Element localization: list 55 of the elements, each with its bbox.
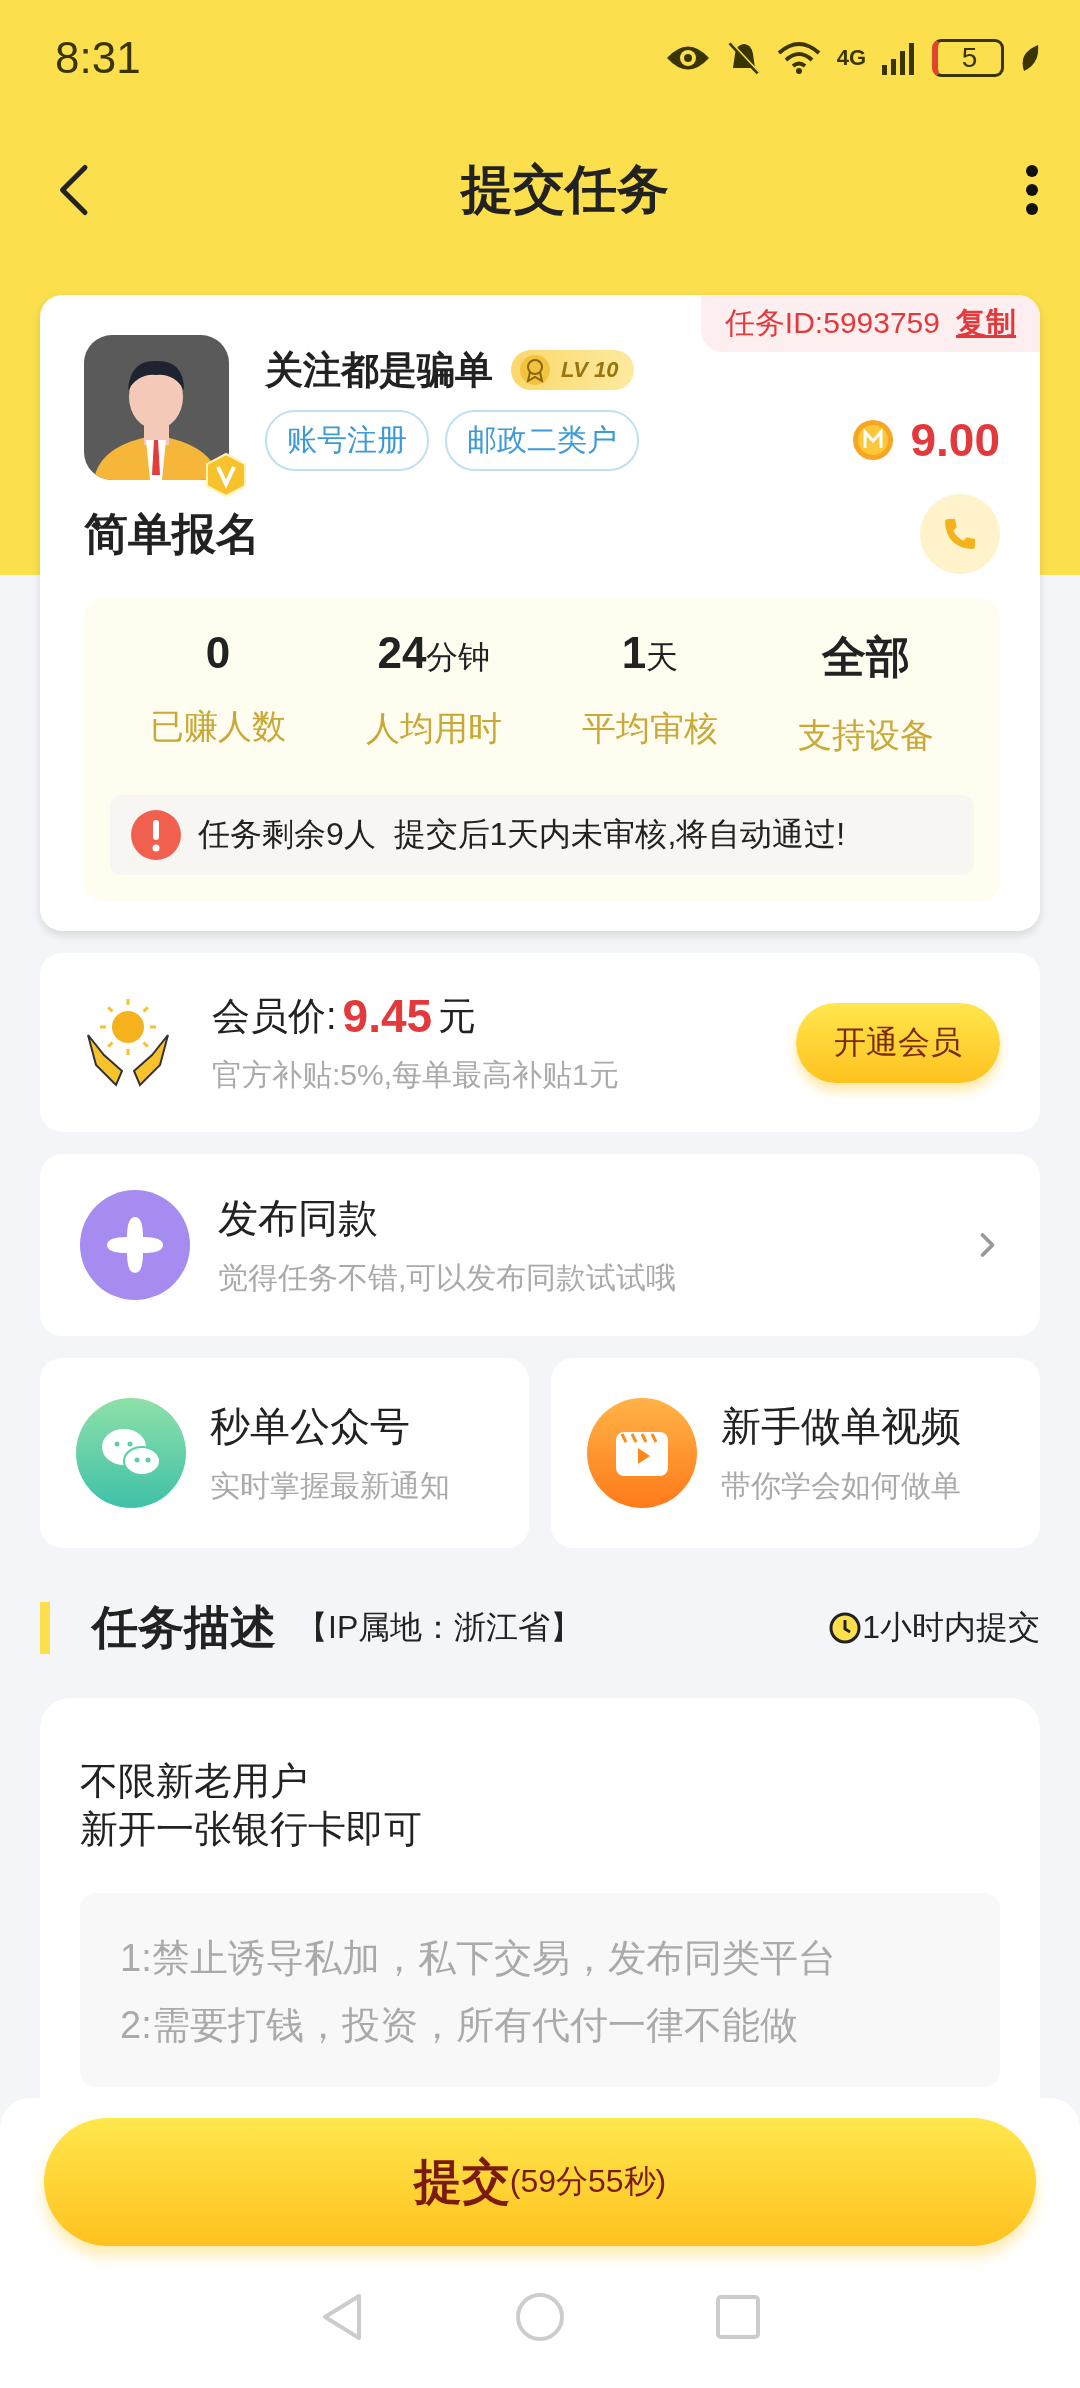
copy-link[interactable]: 复制: [956, 303, 1016, 344]
clock-icon: [828, 1611, 863, 1645]
network-type: 4G: [836, 44, 866, 71]
more-icon[interactable]: [1024, 165, 1040, 215]
description-text: 不限新老用户: [80, 1759, 309, 1804]
member-price-label: 会员价:: [212, 993, 337, 1039]
task-id: 任务ID:5993759: [724, 305, 940, 341]
leaf-icon: [1020, 42, 1040, 73]
join-membership-button[interactable]: 开通会员: [796, 1002, 1000, 1083]
stat-label: 已赚人数: [150, 706, 286, 747]
coin-icon: [852, 419, 895, 461]
category-tag: 邮政二类户: [445, 409, 639, 471]
member-price: 9.45: [342, 989, 433, 1043]
stat-label: 平均审核: [582, 708, 718, 749]
stat-label: 人均用时: [366, 708, 502, 749]
wifi-icon: [776, 40, 821, 75]
stat-value: 0: [205, 628, 231, 677]
price-unit: 元: [438, 993, 477, 1039]
shortcut-card[interactable]: 新手做单视频 带你学会如何做单: [551, 1358, 1040, 1548]
status-time: 8:31: [55, 32, 141, 83]
reward-amount: 9.00: [910, 413, 1000, 467]
alert-icon: [130, 809, 182, 861]
battery-level: 5: [932, 38, 1004, 77]
shortcut-subtitle: 带你学会如何做单: [721, 1468, 962, 1504]
task-title: 简单报名: [84, 507, 260, 560]
notice-text: 任务剩余9人 提交后1天内未审核,将自动通过!: [198, 815, 846, 854]
stat-value: 全部: [822, 632, 910, 681]
shortcut-title: 秒单公众号: [210, 1403, 411, 1450]
deadline-text: 1小时内提交: [862, 1608, 1040, 1647]
rule-text: 2:需要打钱，投资，所有代付一律不能做: [120, 2003, 799, 2048]
stat-label: 支持设备: [798, 715, 934, 756]
publish-subtitle: 觉得任务不错,可以发布同款试试哦: [218, 1260, 678, 1296]
level-badge: LV 10: [511, 350, 635, 390]
rule-text: 1:禁止诱导私加，私下交易，发布同类平台: [120, 1936, 837, 1981]
subsidy-note: 官方补贴:5%,每单最高补贴1元: [212, 1057, 620, 1093]
category-tag: 账号注册: [265, 409, 429, 471]
submit-button[interactable]: 提交(59分55秒): [44, 2118, 1036, 2246]
section-title: 任务描述: [92, 1600, 276, 1655]
home-nav-icon[interactable]: [515, 2292, 565, 2342]
description-text: 新开一张银行卡即可: [80, 1806, 423, 1852]
publish-card[interactable]: 发布同款 觉得任务不错,可以发布同款试试哦: [40, 1154, 1040, 1336]
publisher-name: 关注都是骗单: [265, 347, 493, 393]
publish-title: 发布同款: [218, 1195, 379, 1242]
shortcut-title: 新手做单视频: [721, 1403, 962, 1450]
section-accent-bar: [40, 1602, 50, 1654]
stat-value: 1天: [621, 628, 679, 677]
ip-location: 【IP属地：浙江省】: [296, 1608, 584, 1647]
shortcut-subtitle: 实时掌握最新通知: [210, 1468, 451, 1504]
stat-value: 24分钟: [377, 628, 491, 677]
vip-badge-icon: [203, 452, 249, 498]
page-title: 提交任务: [460, 159, 669, 220]
signal-icon: [882, 40, 916, 75]
shortcut-card[interactable]: 秒单公众号 实时掌握最新通知: [40, 1358, 529, 1548]
bell-muted-icon: [726, 39, 761, 76]
recents-nav-icon[interactable]: [715, 2294, 761, 2340]
